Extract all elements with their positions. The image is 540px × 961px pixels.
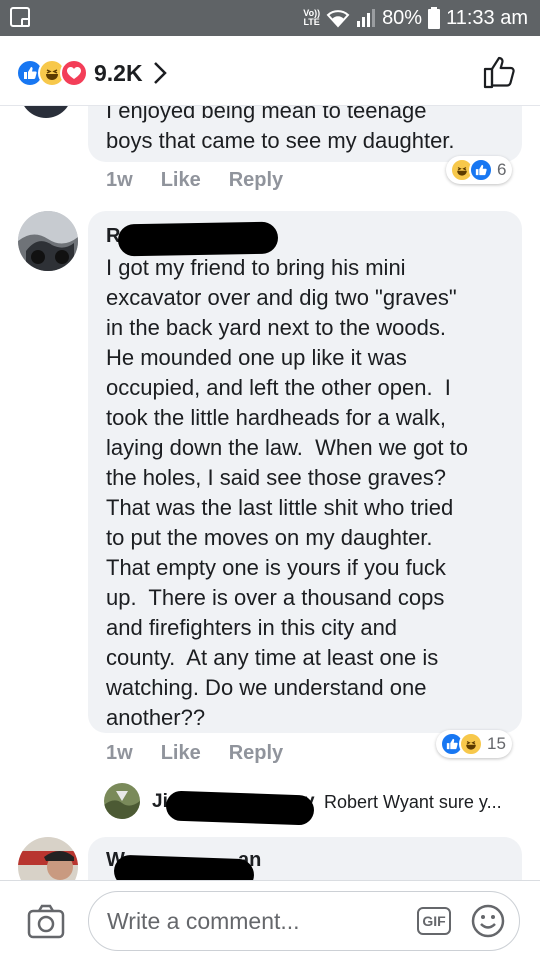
redaction-mark xyxy=(117,221,279,257)
volte-icon: Vo)) LTE xyxy=(303,9,320,27)
comment-composer: Write a comment... GIF xyxy=(0,880,540,961)
avatar[interactable] xyxy=(18,211,78,271)
reactions-summary[interactable]: 9.2K xyxy=(16,58,167,88)
comment-bubble: R I got my friend to bring his mini exca… xyxy=(88,211,522,733)
comment-reactions[interactable]: 15 xyxy=(436,730,512,758)
comment-input[interactable]: Write a comment... GIF xyxy=(88,891,520,951)
comment-input-placeholder: Write a comment... xyxy=(107,908,300,934)
like-button[interactable]: Like xyxy=(161,742,201,765)
comment-timestamp: 1w xyxy=(106,169,133,191)
battery-icon xyxy=(428,7,441,29)
comment-text: I enjoyed being mean to teenage boys tha… xyxy=(106,106,455,153)
thumbs-up-icon[interactable] xyxy=(482,54,518,90)
avatar[interactable] xyxy=(20,106,72,118)
haha-icon xyxy=(459,732,483,756)
gif-button[interactable]: GIF xyxy=(417,907,451,935)
avatar xyxy=(104,783,140,819)
comments-list: I enjoyed being mean to teenage boys tha… xyxy=(0,106,540,880)
wifi-icon xyxy=(326,8,350,28)
reply-preview[interactable]: Ji y Robert Wyant sure y... xyxy=(104,783,524,826)
reactions-header: 9.2K xyxy=(0,36,540,106)
redaction-mark xyxy=(113,854,255,880)
like-button[interactable]: Like xyxy=(161,169,201,192)
comment-bubble: I enjoyed being mean to teenage boys tha… xyxy=(88,106,522,162)
camera-icon[interactable] xyxy=(26,901,66,941)
avatar[interactable] xyxy=(18,837,78,880)
reply-button[interactable]: Reply xyxy=(229,169,283,192)
reply-button[interactable]: Reply xyxy=(229,742,283,765)
comment-reactions[interactable]: 6 xyxy=(446,156,513,184)
comment-reaction-count: 15 xyxy=(487,734,506,753)
battery-percent: 80% xyxy=(382,6,423,29)
smiley-icon[interactable] xyxy=(471,904,505,938)
chevron-right-icon xyxy=(153,62,167,84)
redaction-mark xyxy=(165,790,315,826)
comment-actions: 1w Like Reply xyxy=(106,742,283,765)
love-icon xyxy=(60,59,88,87)
comment-actions: 1w Like Reply xyxy=(106,169,283,192)
screenshot-notification-icon xyxy=(10,7,30,27)
signal-icon xyxy=(356,9,376,27)
reaction-count: 9.2K xyxy=(94,59,143,86)
lte-label: LTE xyxy=(303,17,320,27)
clock: 11:33 am xyxy=(446,6,528,29)
status-bar: Vo)) LTE 80% 11:33 am xyxy=(0,0,540,36)
comment-bubble: W an xyxy=(88,837,522,880)
comment-text: I got my friend to bring his mini excava… xyxy=(106,255,468,730)
like-icon xyxy=(469,158,493,182)
status-icons: Vo)) LTE 80% 11:33 am xyxy=(303,6,528,30)
reply-preview-text: Robert Wyant sure y... xyxy=(324,792,502,812)
comment-reaction-count: 6 xyxy=(497,160,507,179)
comment-timestamp: 1w xyxy=(106,742,133,764)
